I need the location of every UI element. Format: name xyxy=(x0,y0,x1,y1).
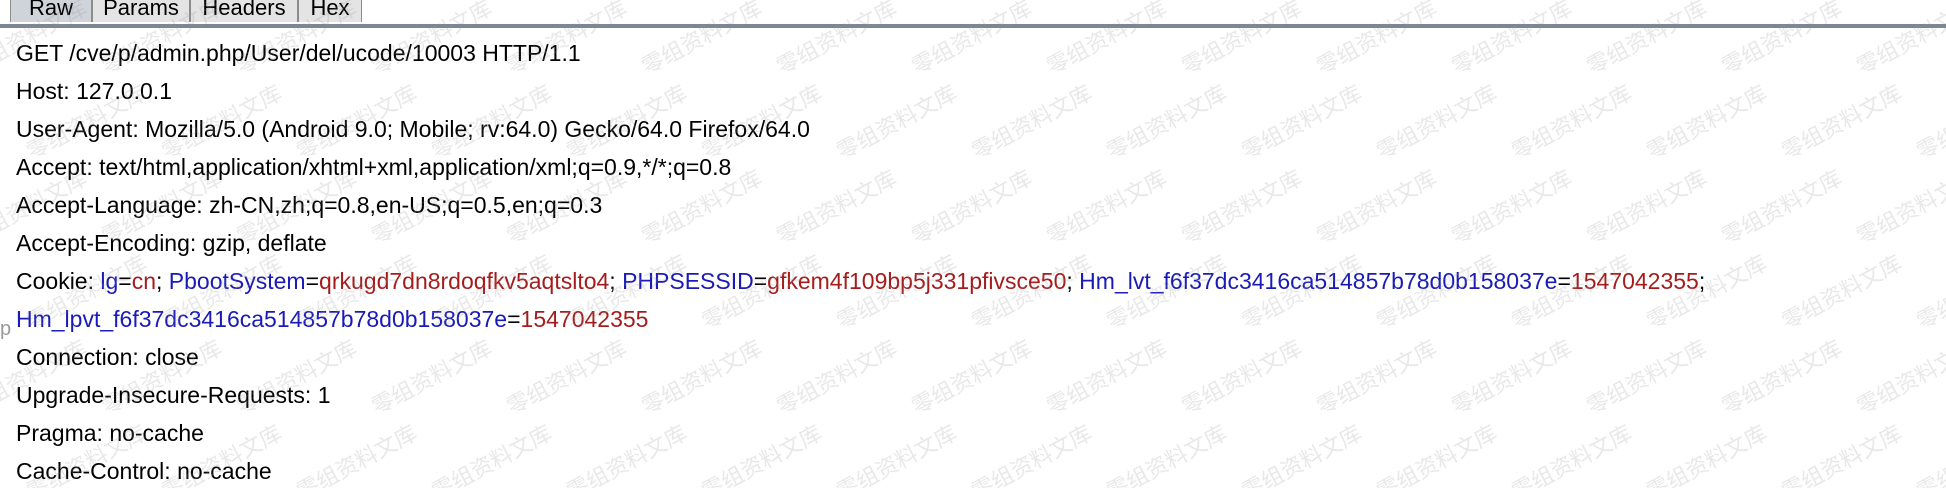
header-connection: Connection: close xyxy=(16,344,199,370)
header-user-agent: User-Agent: Mozilla/5.0 (Android 9.0; Mo… xyxy=(16,116,810,142)
header-host: Host: 127.0.0.1 xyxy=(16,78,172,104)
request-line: GET /cve/p/admin.php/User/del/ucode/1000… xyxy=(16,40,581,66)
header-pragma: Pragma: no-cache xyxy=(16,420,204,446)
cookie-value: cn xyxy=(131,268,157,294)
header-cache-control: Cache-Control: no-cache xyxy=(16,458,272,484)
cookie-name: Hm_lpvt_f6f37dc3416ca514857b78d0b158037e xyxy=(16,306,508,332)
cookie-sep: ; xyxy=(609,268,623,294)
cookie-name: PbootSystem xyxy=(168,268,306,294)
header-cookie-continued: Hm_lpvt_f6f37dc3416ca514857b78d0b158037e… xyxy=(16,300,1946,338)
cookie-value: qrkugd7dn8rdoqfkv5aqtslto4 xyxy=(319,268,610,294)
header-upgrade-insecure-requests: Upgrade-Insecure-Requests: 1 xyxy=(16,382,331,408)
cookie-sep: ; xyxy=(156,268,169,294)
cookie-name: lg xyxy=(100,268,119,294)
tab-hex[interactable]: Hex xyxy=(298,0,362,22)
edge-glyph: p xyxy=(0,318,12,340)
cookie-value: 1547042355 xyxy=(520,306,649,332)
cookie-value: 1547042355 xyxy=(1570,268,1699,294)
header-accept: Accept: text/html,application/xhtml+xml,… xyxy=(16,154,732,180)
header-cookie: Cookie: lg=cn; PbootSystem=qrkugd7dn8rdo… xyxy=(16,262,1946,300)
cookie-eq: = xyxy=(305,268,320,294)
header-accept-encoding: Accept-Encoding: gzip, deflate xyxy=(16,230,327,256)
tab-bar: Raw Params Headers Hex xyxy=(0,0,1946,28)
header-accept-language: Accept-Language: zh-CN,zh;q=0.8,en-US;q=… xyxy=(16,192,603,218)
cookie-sep: ; xyxy=(1066,268,1080,294)
cookie-value: gfkem4f109bp5j331pfivsce50 xyxy=(767,268,1067,294)
tab-params[interactable]: Params xyxy=(92,0,190,22)
cookie-sep: ; xyxy=(1698,268,1706,294)
tab-divider xyxy=(0,24,1946,28)
raw-request-editor[interactable]: GET /cve/p/admin.php/User/del/ucode/1000… xyxy=(16,34,1946,490)
cookie-name: PHPSESSID xyxy=(622,268,754,294)
cookie-eq: = xyxy=(507,306,521,332)
cookie-eq: = xyxy=(1557,268,1571,294)
cookie-eq: = xyxy=(753,268,768,294)
cookie-eq: = xyxy=(118,268,132,294)
tab-headers[interactable]: Headers xyxy=(190,0,298,22)
cookie-label: Cookie: xyxy=(16,268,101,294)
cookie-name: Hm_lvt_f6f37dc3416ca514857b78d0b158037e xyxy=(1079,268,1558,294)
tab-raw[interactable]: Raw xyxy=(10,0,92,22)
